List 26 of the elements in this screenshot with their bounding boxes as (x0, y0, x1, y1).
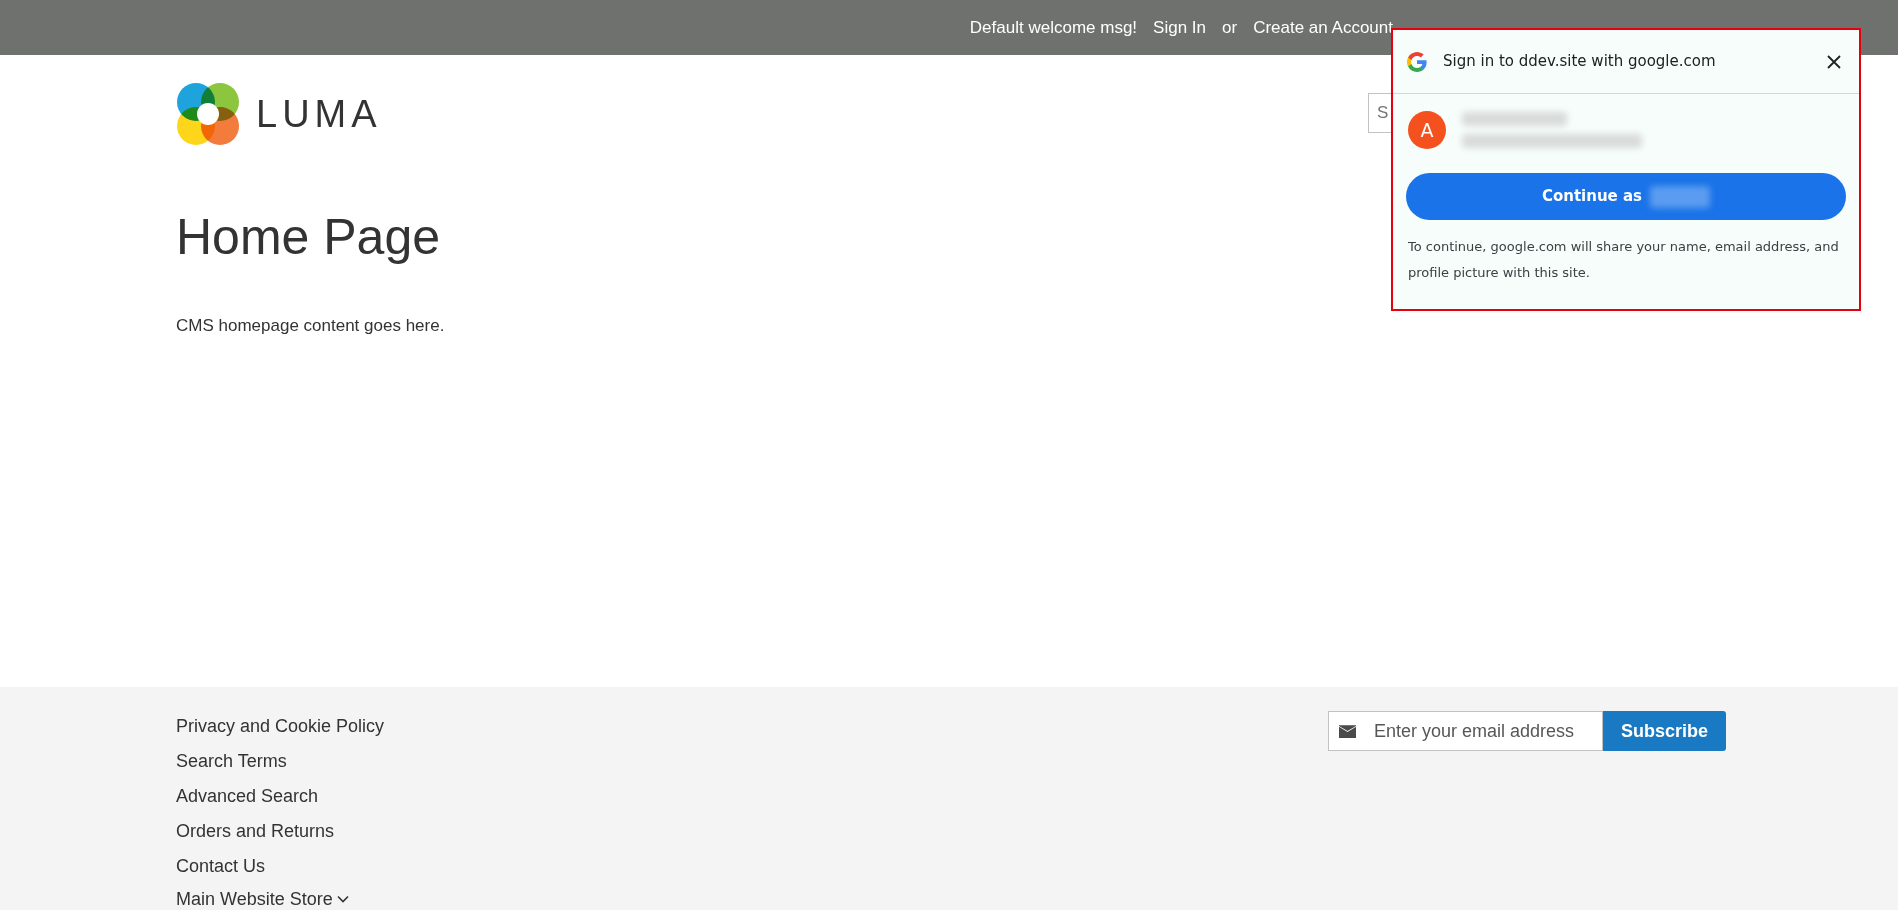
footer-link[interactable]: Privacy and Cookie Policy (176, 709, 385, 744)
footer-link[interactable]: Search Terms (176, 744, 385, 779)
close-icon (1827, 54, 1841, 69)
create-account-link[interactable]: Create an Account (1253, 14, 1393, 41)
footer-link[interactable]: Orders and Returns (176, 814, 385, 849)
chevron-down-icon (336, 895, 349, 903)
continue-button[interactable]: Continue as (1406, 173, 1846, 220)
email-input[interactable]: Enter your email address (1371, 716, 1602, 746)
email-field[interactable]: Enter your email address (1327, 711, 1603, 751)
logo-text: LUMA (256, 91, 382, 137)
welcome-message: Default welcome msg! (969, 16, 1138, 39)
avatar: A (1408, 111, 1446, 149)
footer-link[interactable]: Contact Us (176, 849, 385, 884)
page-title: Home Page (176, 208, 441, 267)
store-switcher[interactable]: Main Website Store (176, 884, 349, 910)
popup-title: Sign in to ddev.site with google.com (1443, 51, 1717, 73)
blurred-account-name (1650, 185, 1711, 208)
content-text: CMS homepage content goes here. (176, 315, 445, 337)
footer-link[interactable]: Advanced Search (176, 779, 385, 814)
logo-icon (176, 82, 240, 146)
envelope-icon (1338, 723, 1356, 739)
disclaimer-text: To continue, google.com will share your name, email address, and profile picture with this site. (1407, 238, 1840, 282)
subscribe-button[interactable]: Subscribe (1602, 711, 1726, 751)
google-icon (1407, 51, 1427, 72)
sign-in-link[interactable]: Sign In (1153, 14, 1206, 41)
separator-text: or (1222, 16, 1238, 39)
